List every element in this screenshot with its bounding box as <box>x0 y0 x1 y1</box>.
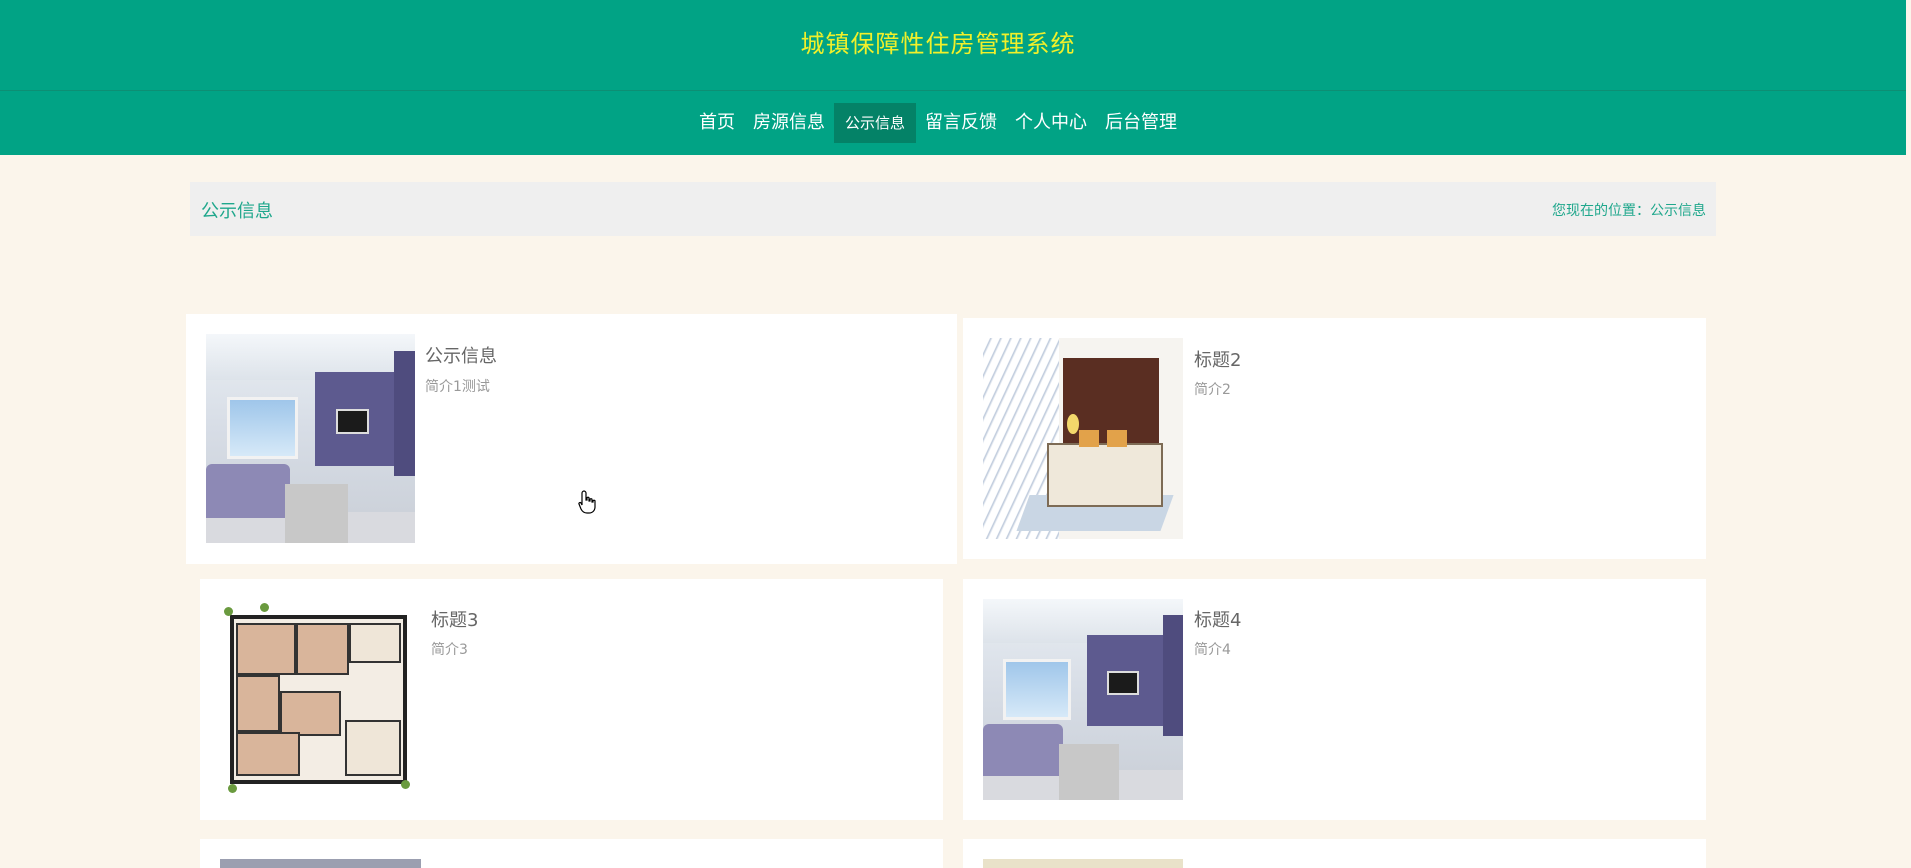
notice-card[interactable]: 标题4 简介4 <box>963 579 1706 820</box>
floor-plan <box>220 599 421 800</box>
card-title[interactable]: 标题3 <box>431 606 478 632</box>
notice-card[interactable] <box>200 839 943 868</box>
card-thumbnail[interactable] <box>206 334 415 543</box>
hand-cursor-icon <box>578 490 596 514</box>
page-title: 公示信息 <box>201 201 273 222</box>
main-nav: 首页 房源信息 公示信息 留言反馈 个人中心 后台管理 <box>0 103 1876 143</box>
notice-card[interactable]: 标题2 简介2 <box>963 318 1706 559</box>
bedroom-sketch <box>983 338 1183 539</box>
nav-item-home[interactable]: 首页 <box>690 103 744 143</box>
card-title[interactable]: 标题4 <box>1194 606 1241 632</box>
notice-card[interactable] <box>963 839 1706 868</box>
card-description: 简介4 <box>1194 642 1231 658</box>
card-thumbnail[interactable] <box>220 599 421 800</box>
page-header-bar: 公示信息 您现在的位置：公示信息 <box>190 182 1716 236</box>
card-title[interactable]: 公示信息 <box>425 342 497 368</box>
nav-item-notice[interactable]: 公示信息 <box>833 103 916 143</box>
nav-item-housing[interactable]: 房源信息 <box>744 103 834 143</box>
living-room-photo <box>983 599 1183 800</box>
top-header: 城镇保障性住房管理系统 首页 房源信息 公示信息 留言反馈 个人中心 后台管理 <box>0 0 1906 155</box>
card-thumbnail[interactable] <box>220 859 421 868</box>
notice-card[interactable]: 公示信息 简介1测试 <box>186 314 957 564</box>
card-thumbnail[interactable] <box>983 599 1183 800</box>
card-title[interactable]: 标题2 <box>1194 346 1241 372</box>
card-description: 简介3 <box>431 642 468 658</box>
living-room-photo <box>206 334 415 543</box>
notice-card[interactable]: 标题3 简介3 <box>200 579 943 820</box>
site-title: 城镇保障性住房管理系统 <box>800 30 1076 58</box>
card-description: 简介1测试 <box>425 379 490 395</box>
card-thumbnail[interactable] <box>983 859 1183 868</box>
breadcrumb: 您现在的位置：公示信息 <box>1552 203 1706 219</box>
nav-item-profile[interactable]: 个人中心 <box>1006 103 1096 143</box>
card-thumbnail[interactable] <box>983 338 1183 539</box>
nav-item-feedback[interactable]: 留言反馈 <box>916 103 1006 143</box>
header-divider <box>0 90 1906 91</box>
card-description: 简介2 <box>1194 382 1231 398</box>
nav-item-admin[interactable]: 后台管理 <box>1096 103 1186 143</box>
